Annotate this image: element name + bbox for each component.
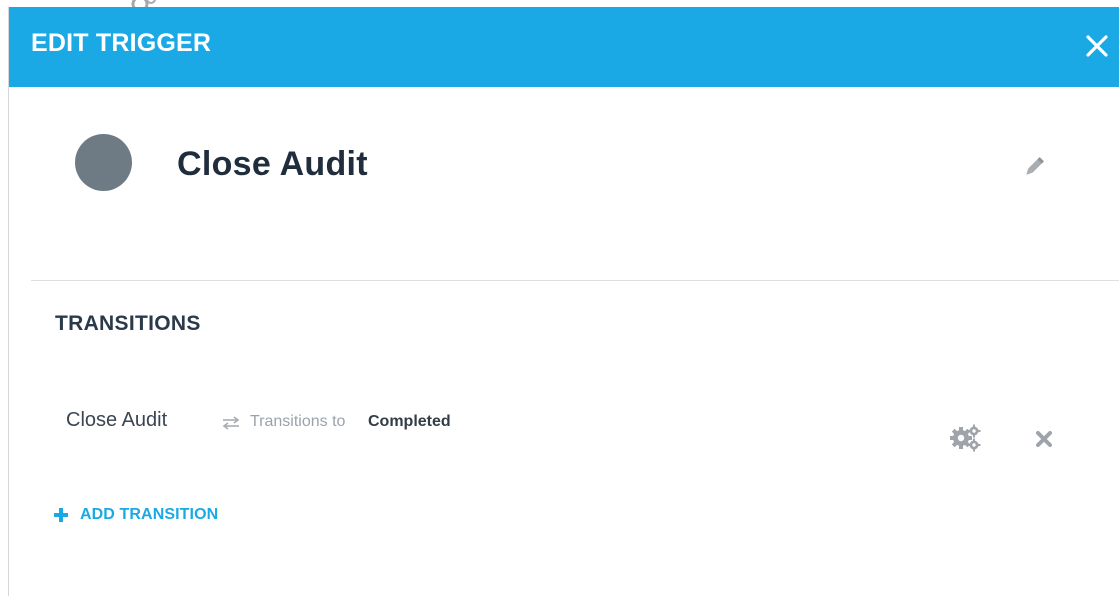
trigger-status-dot bbox=[75, 134, 132, 191]
trigger-summary: Close Audit bbox=[9, 87, 1119, 282]
target-state: Completed bbox=[368, 413, 451, 430]
edit-trigger-modal: EDIT TRIGGER Close Audit TRANSITIONS Clo… bbox=[8, 7, 1119, 596]
add-transition-label: ADD TRANSITION bbox=[80, 506, 219, 523]
trigger-name: Close Audit bbox=[177, 145, 368, 183]
transition-settings-button[interactable] bbox=[948, 423, 982, 453]
modal-header: EDIT TRIGGER bbox=[9, 7, 1119, 87]
transitions-to-label: Transitions to bbox=[250, 413, 346, 430]
transitions-heading: TRANSITIONS bbox=[55, 312, 201, 335]
swap-arrows-icon bbox=[222, 416, 240, 430]
close-icon bbox=[1086, 35, 1108, 57]
transition-name: Close Audit bbox=[66, 409, 168, 431]
edit-trigger-button[interactable] bbox=[1021, 154, 1047, 180]
plus-icon bbox=[54, 508, 68, 522]
delete-icon bbox=[1036, 431, 1052, 447]
gears-icon bbox=[950, 424, 981, 452]
delete-transition-button[interactable] bbox=[1034, 429, 1054, 449]
add-transition-button[interactable]: ADD TRANSITION bbox=[53, 504, 218, 526]
modal-title: EDIT TRIGGER bbox=[31, 29, 212, 57]
close-button[interactable] bbox=[1082, 31, 1112, 61]
page: EDIT TRIGGER Close Audit TRANSITIONS Clo… bbox=[0, 0, 1119, 596]
transition-row: Close Audit Transitions to Completed bbox=[9, 395, 1119, 455]
pencil-icon bbox=[1026, 157, 1044, 175]
section-divider bbox=[31, 280, 1119, 281]
